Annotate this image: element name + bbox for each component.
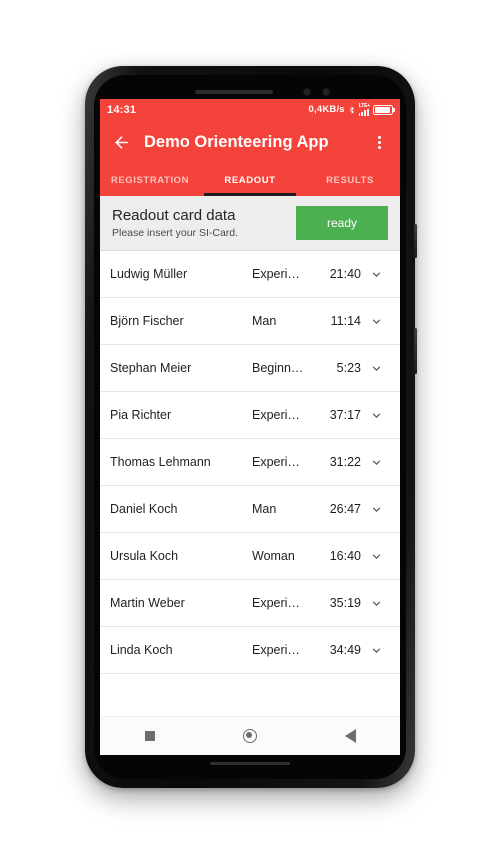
row-time: 5:23	[336, 361, 361, 375]
front-camera	[303, 88, 311, 96]
power-button[interactable]	[414, 328, 417, 374]
tab-readout[interactable]: READOUT	[200, 165, 300, 196]
row-time: 11:14	[330, 314, 361, 328]
overflow-menu-icon[interactable]	[364, 128, 394, 158]
row-time: 26:47	[329, 502, 361, 516]
row-class: Experi…	[252, 408, 300, 422]
back-arrow-icon[interactable]	[106, 128, 136, 158]
table-row[interactable]: Daniel Koch Man 26:47	[100, 486, 400, 533]
row-class: Woman	[252, 549, 295, 563]
row-time: 35:19	[329, 596, 361, 610]
row-name: Pia Richter	[110, 408, 172, 422]
row-time: 37:17	[329, 408, 361, 422]
readout-card-title: Readout card data	[112, 207, 236, 224]
tab-registration[interactable]: REGISTRATION	[100, 165, 200, 196]
tab-registration-label: REGISTRATION	[110, 175, 190, 186]
back-triangle-icon[interactable]	[330, 717, 370, 755]
page-title: Demo Orienteering App	[144, 133, 329, 151]
readout-card: Readout card data Please insert your SI-…	[100, 196, 400, 251]
table-row[interactable]: Ludwig Müller Experi… 21:40	[100, 251, 400, 298]
overflow-dots	[377, 135, 381, 150]
status-indicators: 0,4KB/s LTE+	[308, 103, 395, 116]
chevron-down-icon[interactable]	[361, 643, 391, 658]
home-circle-icon[interactable]	[230, 717, 270, 755]
table-row[interactable]: Linda Koch Experi… 34:49	[100, 627, 400, 674]
phone-screen: 14:31 0,4KB/s LTE+ Demo Orienteering App…	[100, 99, 400, 755]
proximity-sensor	[322, 88, 330, 96]
row-time: 16:40	[329, 549, 361, 563]
row-name: Björn Fischer	[110, 314, 184, 328]
row-name: Stephan Meier	[110, 361, 192, 375]
android-nav-bar	[100, 716, 400, 755]
readout-card-texts: Readout card data Please insert your SI-…	[112, 206, 296, 240]
row-class: Man	[252, 502, 277, 516]
chevron-down-icon[interactable]	[361, 408, 391, 423]
row-time: 34:49	[329, 643, 361, 657]
tab-bar: REGISTRATION READOUT RESULTS	[100, 165, 400, 196]
status-time: 14:31	[107, 103, 137, 116]
results-list[interactable]: Ludwig Müller Experi… 21:40 Björn Fische…	[100, 251, 400, 716]
row-name: Linda Koch	[110, 643, 173, 657]
readout-card-subtitle: Please insert your SI-Card.	[112, 227, 239, 239]
recents-square-icon[interactable]	[130, 717, 170, 755]
tab-results[interactable]: RESULTS	[300, 165, 400, 196]
chevron-down-icon[interactable]	[361, 267, 391, 282]
table-row[interactable]: Ursula Koch Woman 16:40	[100, 533, 400, 580]
chevron-down-icon[interactable]	[361, 502, 391, 517]
bottom-speaker	[210, 762, 290, 765]
earpiece-speaker	[195, 90, 273, 94]
row-name: Martin Weber	[110, 596, 185, 610]
row-class: Experi…	[252, 596, 300, 610]
status-bar: 14:31 0,4KB/s LTE+	[100, 99, 400, 120]
chevron-down-icon[interactable]	[361, 455, 391, 470]
table-row[interactable]: Martin Weber Experi… 35:19	[100, 580, 400, 627]
table-row[interactable]: Stephan Meier Beginn… 5:23	[100, 345, 400, 392]
tab-readout-label: READOUT	[224, 175, 276, 186]
row-class: Experi…	[252, 267, 300, 281]
row-time: 21:40	[329, 267, 361, 281]
table-row[interactable]: Pia Richter Experi… 37:17	[100, 392, 400, 439]
row-name: Thomas Lehmann	[110, 455, 211, 469]
row-time: 31:22	[329, 455, 361, 469]
chevron-down-icon[interactable]	[361, 596, 391, 611]
row-class: Experi…	[252, 455, 300, 469]
row-name: Daniel Koch	[110, 502, 178, 516]
app-bar: Demo Orienteering App	[100, 120, 400, 165]
readout-status-badge[interactable]: ready	[296, 206, 388, 240]
volume-button[interactable]	[414, 224, 417, 258]
signal-bars-icon: LTE+	[358, 103, 370, 116]
chevron-down-icon[interactable]	[361, 314, 391, 329]
table-row[interactable]: Thomas Lehmann Experi… 31:22	[100, 439, 400, 486]
row-name: Ursula Koch	[110, 549, 179, 563]
bluetooth-icon	[348, 104, 356, 116]
signal-bar-set	[358, 109, 369, 116]
battery-full-icon	[373, 104, 395, 115]
chevron-down-icon[interactable]	[361, 549, 391, 564]
table-row[interactable]: Björn Fischer Man 11:14	[100, 298, 400, 345]
tab-results-label: RESULTS	[326, 175, 374, 186]
phone-device-frame: 14:31 0,4KB/s LTE+ Demo Orienteering App…	[85, 66, 417, 788]
row-name: Ludwig Müller	[110, 267, 188, 281]
row-class: Experi…	[252, 643, 300, 657]
row-class: Beginn…	[252, 361, 304, 375]
chevron-down-icon[interactable]	[361, 361, 391, 376]
network-speed-label: 0,4KB/s	[308, 104, 345, 115]
row-class: Man	[252, 314, 277, 328]
